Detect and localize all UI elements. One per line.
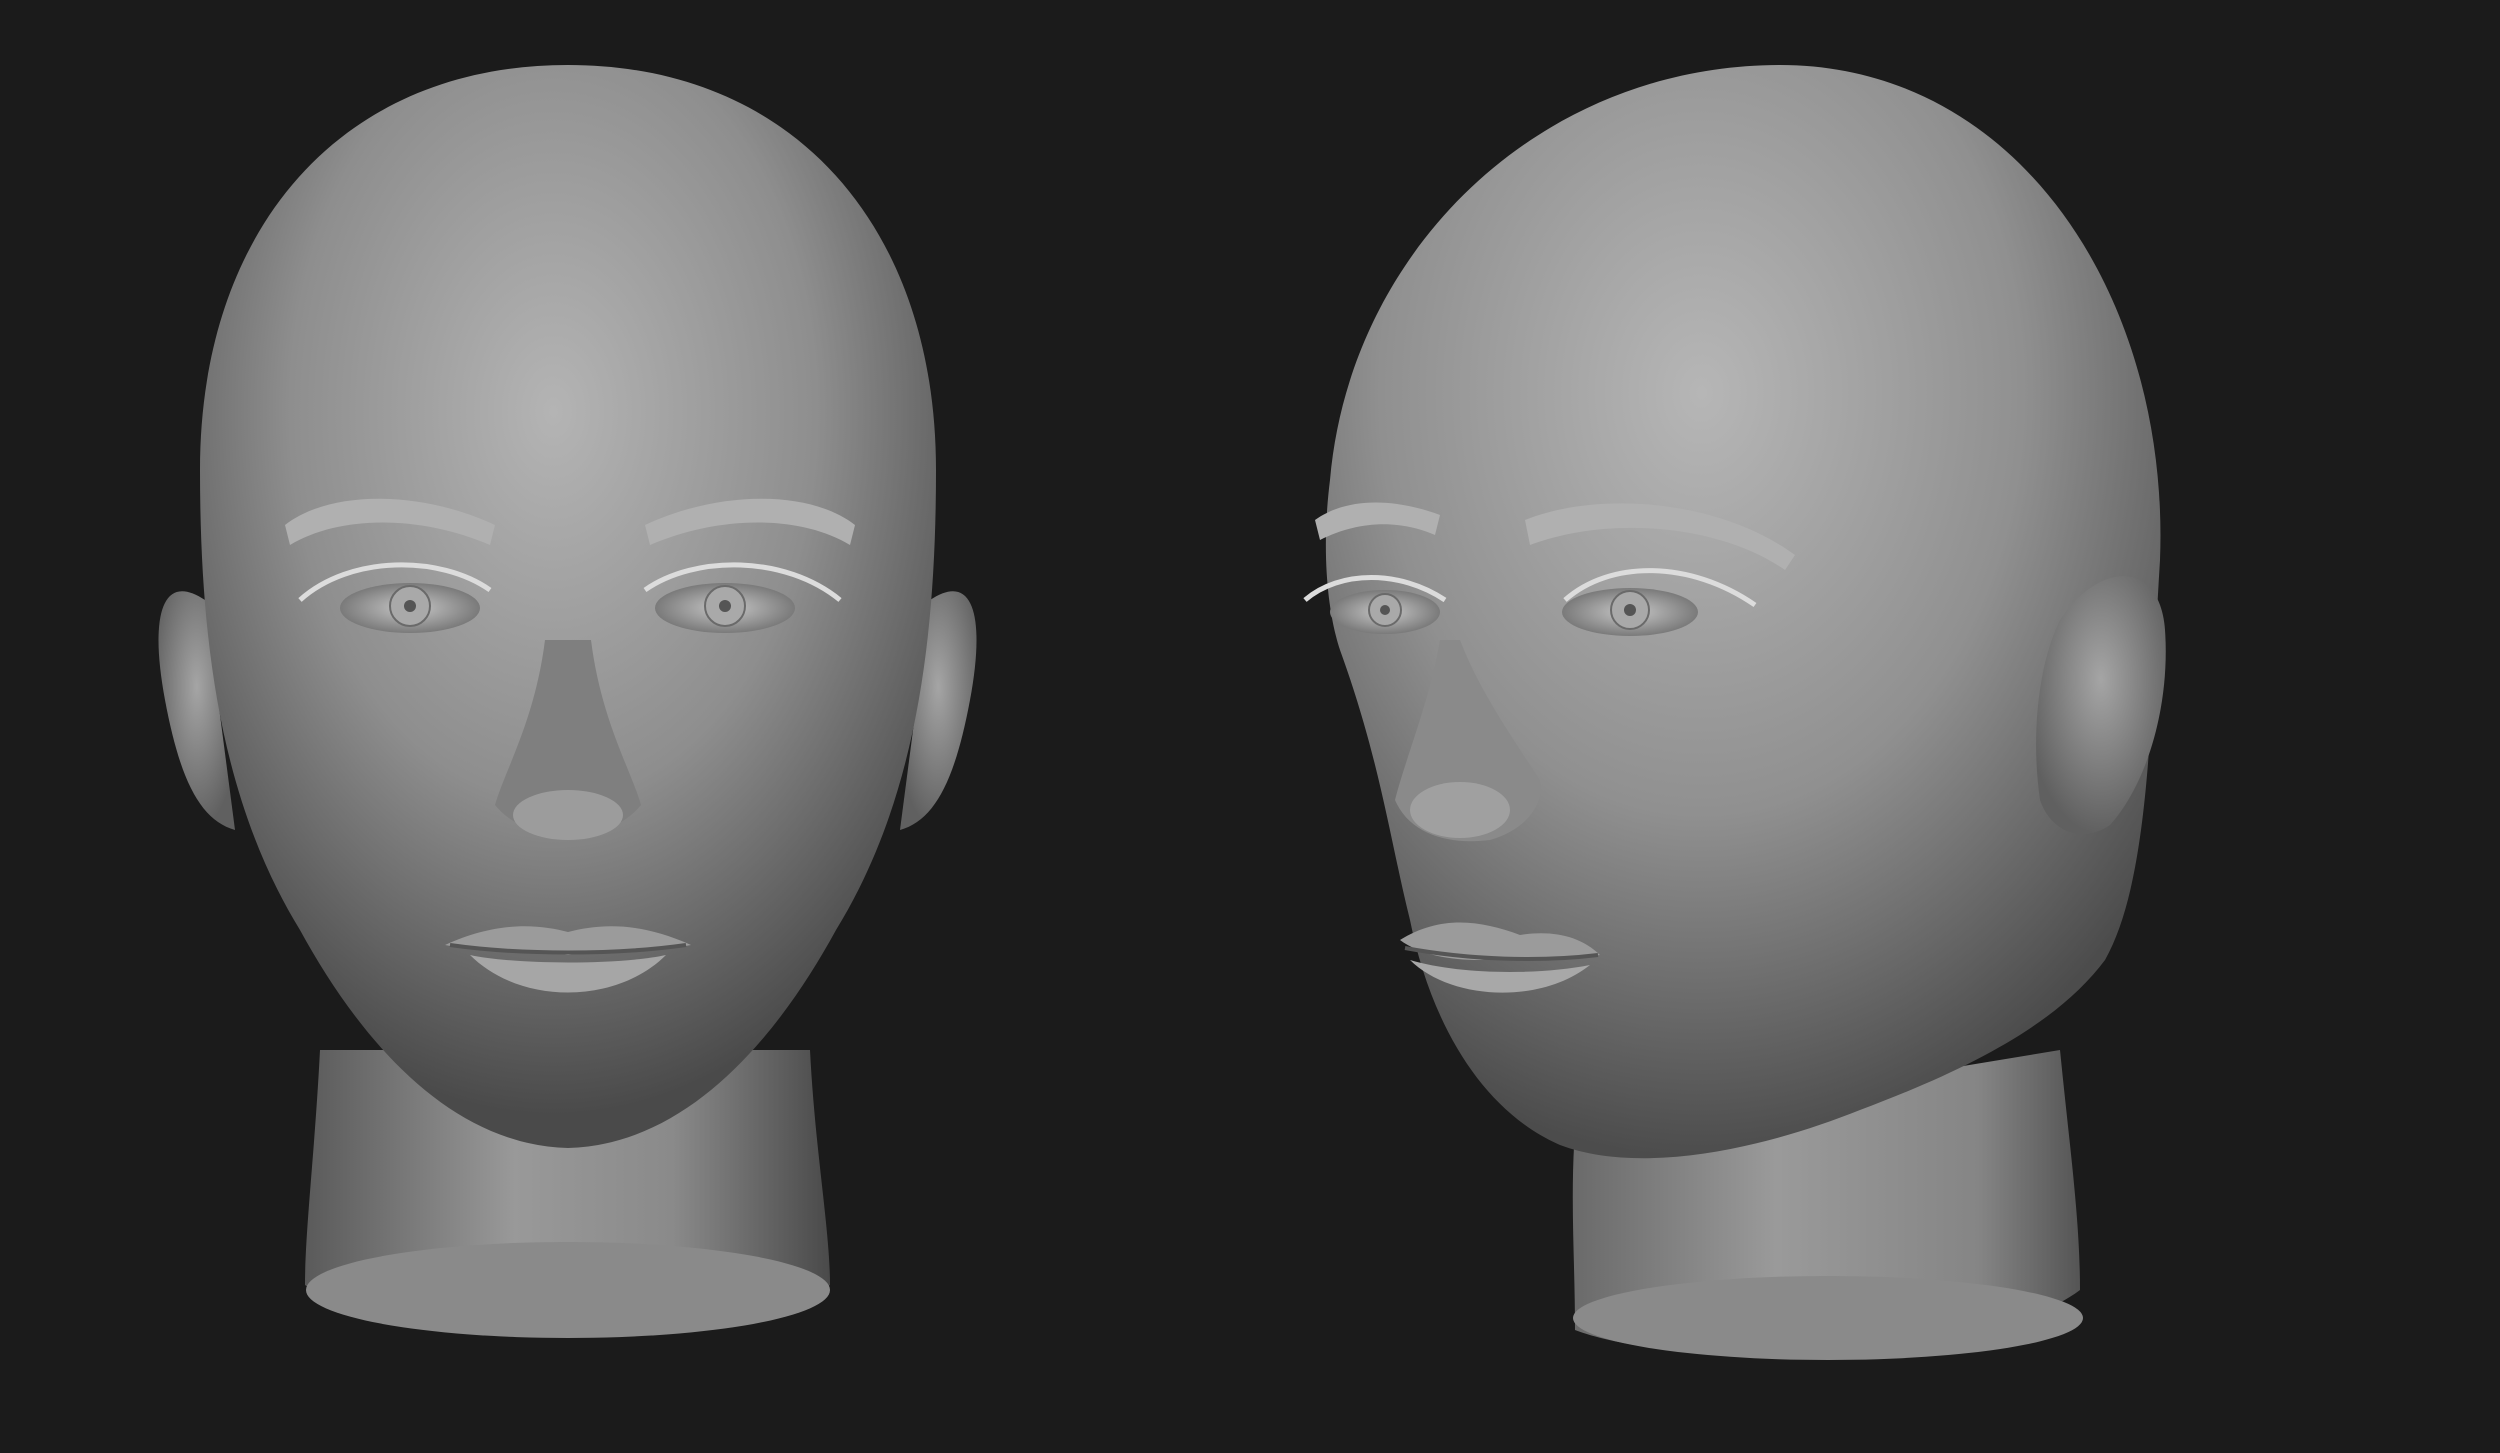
neck-base-three-quarter [1573,1276,2083,1360]
face-three-quarter [1325,65,2161,1159]
head-three-quarter-view [1303,65,2166,1360]
neck-base-front [306,1242,830,1338]
render-viewport [0,0,2500,1453]
head-front-view [158,65,977,1338]
render-canvas [158,65,2166,1360]
